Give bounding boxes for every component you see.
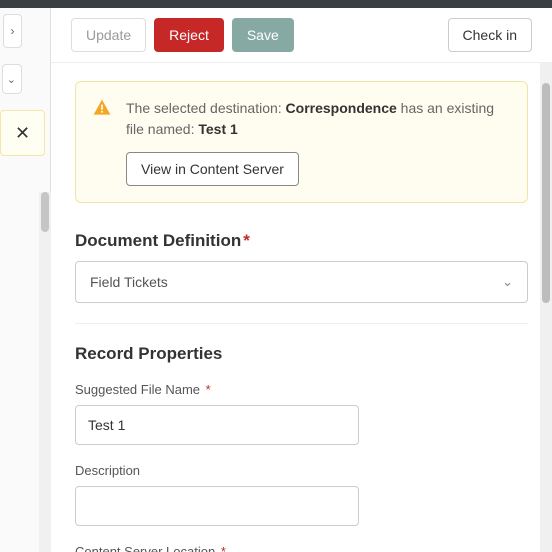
update-button[interactable]: Update [71, 18, 146, 52]
document-definition-select[interactable]: Field Tickets ⌄ [75, 261, 528, 303]
rail-expand-button[interactable]: › [3, 14, 22, 48]
content-server-location-label: Content Server Location * [75, 544, 528, 552]
reject-button[interactable]: Reject [154, 18, 224, 52]
divider [75, 323, 528, 324]
suggested-filename-label-text: Suggested File Name [75, 382, 200, 397]
close-icon: ✕ [15, 123, 30, 144]
view-in-content-server-button[interactable]: View in Content Server [126, 152, 299, 186]
main-scrollbar[interactable] [540, 63, 552, 552]
suggested-filename-label: Suggested File Name * [75, 382, 528, 397]
alert-destination: Correspondence [286, 100, 397, 116]
required-mark: * [221, 544, 226, 552]
warning-icon [92, 98, 112, 118]
left-scrollbar[interactable] [39, 192, 51, 552]
content-server-location-label-text: Content Server Location [75, 544, 215, 552]
chevron-right-icon: › [11, 24, 15, 38]
main-scrollbar-thumb[interactable] [542, 83, 550, 303]
description-input[interactable] [75, 486, 359, 526]
main-panel: Update Reject Save Check in The selected… [51, 8, 552, 552]
alert-text: The selected destination: Correspondence… [126, 98, 511, 140]
left-scrollbar-thumb[interactable] [41, 192, 49, 232]
close-button[interactable]: ✕ [2, 110, 44, 156]
suggested-filename-input[interactable] [75, 405, 359, 445]
description-label: Description [75, 463, 528, 478]
document-definition-value: Field Tickets [90, 274, 168, 290]
alert-prefix: The selected destination: [126, 100, 286, 116]
required-mark: * [243, 231, 250, 250]
rail-dropdown[interactable]: ⌄ [2, 64, 22, 94]
alert-filename: Test 1 [198, 121, 237, 137]
content-area: The selected destination: Correspondence… [51, 63, 552, 552]
left-rail: › ⌄ ✕ [0, 8, 51, 552]
document-definition-label: Document Definition [75, 231, 241, 250]
save-button[interactable]: Save [232, 18, 294, 52]
chevron-down-icon: ⌄ [7, 73, 16, 86]
document-definition-heading: Document Definition* [75, 231, 528, 251]
chevron-down-icon: ⌄ [502, 274, 513, 290]
window-chrome [0, 0, 552, 8]
rail-close-panel: ✕ [0, 110, 45, 156]
warning-alert: The selected destination: Correspondence… [75, 81, 528, 203]
action-bar: Update Reject Save Check in [51, 8, 552, 63]
record-properties-heading: Record Properties [75, 344, 528, 364]
required-mark: * [206, 382, 211, 397]
checkin-button[interactable]: Check in [448, 18, 532, 52]
